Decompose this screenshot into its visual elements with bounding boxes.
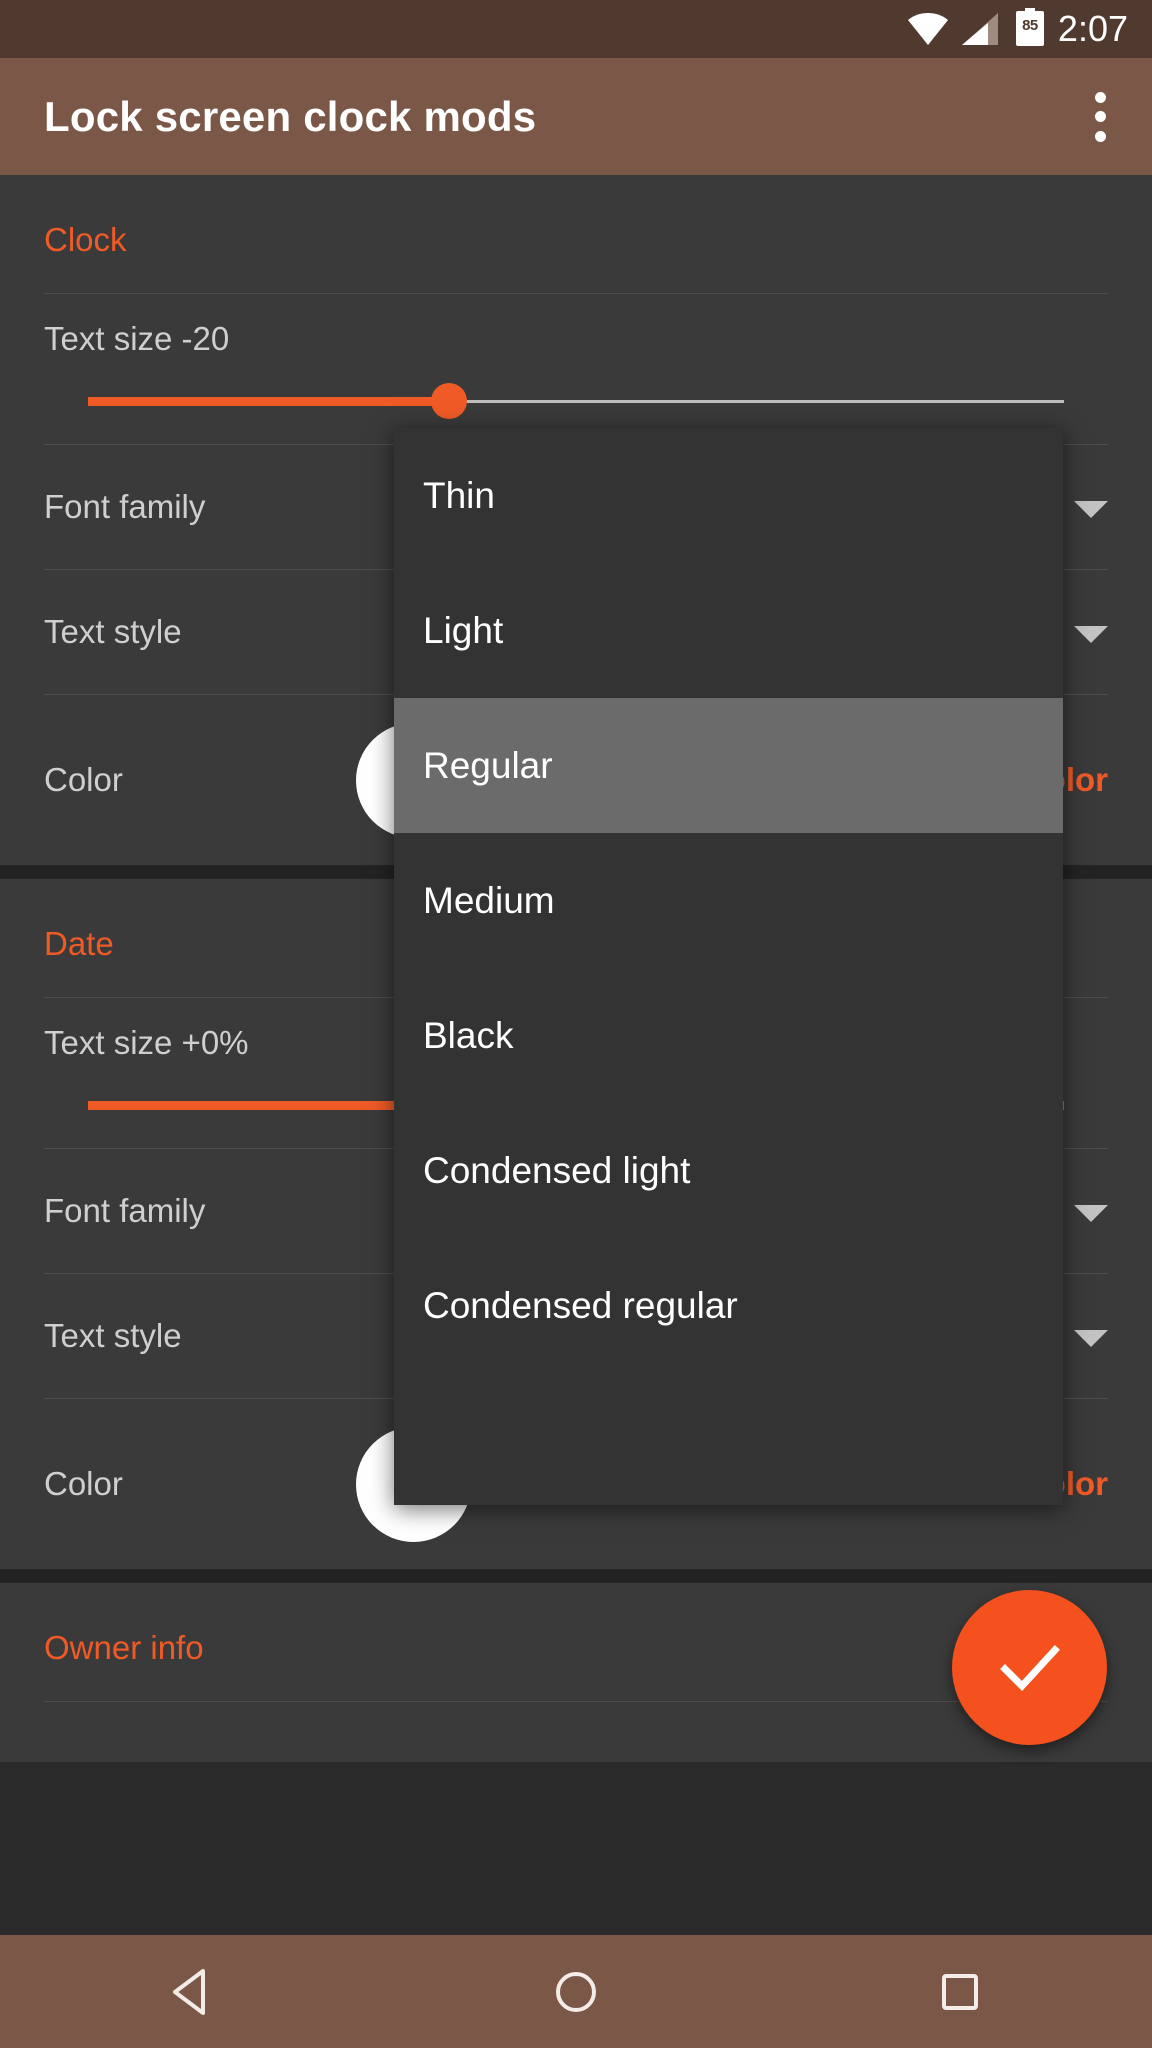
dropdown-item-light[interactable]: Light [394, 563, 1063, 698]
status-bar: 85 2:07 [0, 0, 1152, 58]
android-nav-bar [0, 1935, 1152, 2048]
save-fab-button[interactable] [952, 1590, 1107, 1745]
app-bar: Lock screen clock mods [0, 58, 1152, 175]
clock-font-family-label: Font family [44, 488, 206, 525]
clock-color-label: Color [44, 761, 123, 798]
chevron-down-icon[interactable] [1074, 1205, 1108, 1222]
clock-text-style-label: Text style [44, 613, 182, 650]
clock-text-size-label: Text size -20 [44, 320, 230, 357]
dropdown-item-black[interactable]: Black [394, 968, 1063, 1103]
chevron-down-icon[interactable] [1074, 501, 1108, 518]
phone-screen: 85 2:07 Lock screen clock mods Clock Tex… [0, 0, 1152, 2048]
dropdown-item-condensed-regular[interactable]: Condensed regular [394, 1238, 1063, 1373]
battery-icon: 85 [1015, 7, 1044, 51]
recents-square-icon [942, 1973, 978, 2010]
page-title: Lock screen clock mods [44, 92, 537, 140]
dropdown-item-label: Regular [423, 744, 553, 786]
back-triangle-icon [173, 1968, 205, 2015]
battery-level-text: 85 [1022, 16, 1038, 34]
nav-recents-button[interactable] [885, 1935, 1035, 2048]
dropdown-item-condensed-light[interactable]: Condensed light [394, 1103, 1063, 1238]
section-header-clock: Clock [44, 221, 127, 258]
date-color-label: Color [44, 1465, 123, 1502]
home-circle-icon [556, 1971, 596, 2012]
dropdown-item-thin[interactable]: Thin [394, 428, 1063, 563]
date-text-style-label: Text style [44, 1317, 182, 1354]
clock-text-size-row[interactable]: Text size -20 [0, 294, 1152, 444]
dropdown-item-label: Thin [423, 474, 495, 516]
dropdown-item-medium[interactable]: Medium [394, 833, 1063, 968]
dropdown-item-label: Condensed light [423, 1149, 691, 1191]
nav-back-button[interactable] [117, 1935, 267, 2048]
dropdown-item-label: Black [423, 1014, 514, 1056]
dropdown-item-regular[interactable]: Regular [394, 698, 1063, 833]
chevron-down-icon[interactable] [1074, 1330, 1108, 1347]
cellular-signal-icon [961, 13, 998, 45]
status-bar-clock: 2:07 [1057, 8, 1128, 49]
dropdown-item-label: Medium [423, 879, 555, 921]
date-font-family-label: Font family [44, 1192, 206, 1229]
chevron-down-icon[interactable] [1074, 626, 1108, 643]
overflow-menu-icon[interactable] [1078, 89, 1122, 145]
slider-thumb[interactable] [431, 383, 468, 419]
slider-fill [88, 397, 450, 406]
font-family-dropdown-menu[interactable]: Thin Light Regular Medium Black Condensed lig… [394, 428, 1063, 1505]
dropdown-item-label: Light [423, 609, 504, 651]
nav-home-button[interactable] [501, 1935, 651, 2048]
dropdown-item-label: Condensed regular [423, 1284, 738, 1326]
section-gap [0, 1569, 1152, 1583]
check-icon [999, 1644, 1060, 1691]
wifi-icon [907, 13, 948, 45]
